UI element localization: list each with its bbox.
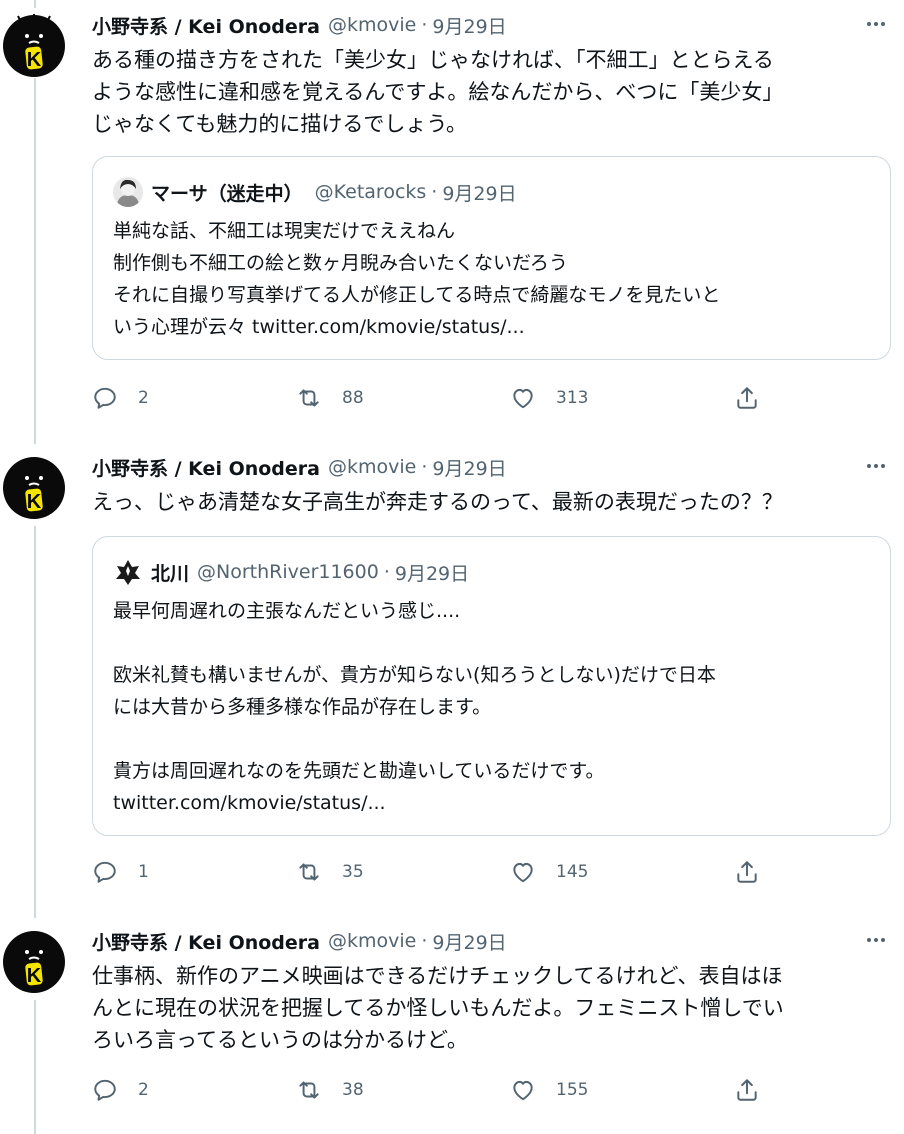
retweet-count: 38 bbox=[342, 1080, 364, 1100]
avatar[interactable]: K bbox=[2, 456, 66, 520]
reply-button[interactable]: 2 bbox=[92, 380, 149, 416]
quoted-avatar[interactable] bbox=[113, 177, 143, 207]
separator-dot: · bbox=[421, 14, 428, 36]
like-button[interactable]: 145 bbox=[510, 854, 588, 890]
like-count: 313 bbox=[556, 388, 589, 408]
quoted-tweet-date[interactable]: 9月29日 bbox=[395, 559, 469, 586]
quoted-tweet[interactable]: 北川 @NorthRiver11600 · 9月29日 最早何周遅れの主張なんだ… bbox=[92, 536, 891, 836]
retweet-count: 88 bbox=[342, 388, 364, 408]
more-dots-icon bbox=[867, 938, 885, 942]
more-dots-icon bbox=[867, 464, 885, 468]
quoted-tweet-text: 最早何周遅れの主張なんだという感じ.... 欧米礼賛も構いませんが、貴方が知らな… bbox=[113, 600, 716, 814]
reply-bubble-icon bbox=[94, 387, 116, 409]
more-dots-icon bbox=[867, 22, 885, 26]
tweet[interactable]: K 小野寺系 / Kei Onodera @kmovie · 9月29日 仕事柄… bbox=[0, 924, 904, 1134]
avatar[interactable]: K bbox=[2, 14, 66, 78]
author-name[interactable]: 小野寺系 / Kei Onodera bbox=[92, 928, 320, 955]
quoted-avatar-portrait-icon bbox=[113, 177, 143, 207]
avatar[interactable]: K bbox=[2, 930, 66, 994]
svg-text:K: K bbox=[27, 49, 42, 71]
thread-connector-line bbox=[34, 0, 36, 8]
author-name[interactable]: 小野寺系 / Kei Onodera bbox=[92, 12, 320, 39]
retweet-icon bbox=[299, 1081, 319, 1099]
share-upload-icon bbox=[737, 861, 757, 883]
retweet-icon bbox=[299, 863, 319, 881]
like-button[interactable]: 155 bbox=[510, 1072, 588, 1108]
tweet-actions: 1 35 145 bbox=[92, 854, 772, 890]
retweet-button[interactable]: 88 bbox=[296, 380, 364, 416]
reply-bubble-icon bbox=[94, 861, 116, 883]
tweet-date[interactable]: 9月29日 bbox=[432, 928, 506, 955]
quoted-author-name[interactable]: 北川 bbox=[151, 559, 189, 586]
separator-dot: · bbox=[383, 561, 390, 583]
author-handle[interactable]: @kmovie bbox=[328, 930, 416, 952]
quoted-tweet-header: マーサ（迷走中） @Ketarocks · 9月29日 bbox=[113, 175, 517, 209]
quoted-tweet-header: 北川 @NorthRiver11600 · 9月29日 bbox=[113, 555, 469, 589]
more-options-button[interactable] bbox=[862, 10, 890, 38]
quoted-tweet-text: 単純な話、不細工は現実だけでええねん 制作側も不細工の絵と数ヶ月睨み合いたくない… bbox=[113, 220, 721, 338]
svg-text:K: K bbox=[27, 491, 42, 513]
more-options-button[interactable] bbox=[862, 926, 890, 954]
heart-icon bbox=[513, 388, 533, 409]
reply-button[interactable]: 1 bbox=[92, 854, 149, 890]
separator-dot: · bbox=[431, 181, 438, 203]
reply-button[interactable]: 2 bbox=[92, 1072, 149, 1108]
tweet-header: 小野寺系 / Kei Onodera @kmovie · 9月29日 bbox=[92, 924, 507, 958]
reply-count: 2 bbox=[138, 1080, 149, 1100]
share-upload-icon bbox=[737, 387, 757, 409]
avatar-k-character-icon: K bbox=[3, 457, 65, 519]
reply-count: 1 bbox=[138, 862, 149, 882]
tweet[interactable]: K 小野寺系 / Kei Onodera @kmovie · 9月29日 ある種… bbox=[0, 8, 904, 428]
svg-text:K: K bbox=[27, 965, 42, 987]
tweet-date[interactable]: 9月29日 bbox=[432, 12, 506, 39]
separator-dot: · bbox=[421, 930, 428, 952]
quoted-author-handle[interactable]: @Ketarocks bbox=[315, 181, 427, 203]
like-button[interactable]: 313 bbox=[510, 380, 588, 416]
author-name[interactable]: 小野寺系 / Kei Onodera bbox=[92, 454, 320, 481]
retweet-button[interactable]: 38 bbox=[296, 1072, 364, 1108]
avatar-k-character-icon: K bbox=[3, 14, 65, 77]
separator-dot: · bbox=[421, 456, 428, 478]
tweet-header: 小野寺系 / Kei Onodera @kmovie · 9月29日 bbox=[92, 8, 507, 42]
author-handle[interactable]: @kmovie bbox=[328, 14, 416, 36]
tweet-text: 仕事柄、新作のアニメ映画はできるだけチェックしてるけれど、表自はほ んとに現在の… bbox=[92, 964, 784, 1052]
heart-icon bbox=[513, 1080, 533, 1101]
tweet-header: 小野寺系 / Kei Onodera @kmovie · 9月29日 bbox=[92, 450, 507, 484]
quoted-author-handle[interactable]: @NorthRiver11600 bbox=[197, 561, 379, 583]
reply-count: 2 bbox=[138, 388, 149, 408]
share-button[interactable] bbox=[734, 854, 760, 890]
author-handle[interactable]: @kmovie bbox=[328, 456, 416, 478]
tweet-text: ある種の描き方をされた「美少女」じゃなければ、「不細工」ととらえる ような感性に… bbox=[92, 48, 784, 136]
avatar-k-character-icon: K bbox=[3, 931, 65, 993]
like-count: 155 bbox=[556, 1080, 589, 1100]
tweet[interactable]: K 小野寺系 / Kei Onodera @kmovie · 9月29日 えっ、… bbox=[0, 450, 904, 900]
retweet-button[interactable]: 35 bbox=[296, 854, 364, 890]
tweet-actions: 2 38 155 bbox=[92, 1072, 772, 1108]
quoted-tweet-date[interactable]: 9月29日 bbox=[442, 179, 516, 206]
retweet-icon bbox=[299, 389, 319, 407]
quoted-avatar-crest-icon bbox=[113, 557, 143, 587]
like-count: 145 bbox=[556, 862, 589, 882]
retweet-count: 35 bbox=[342, 862, 364, 882]
tweet-date[interactable]: 9月29日 bbox=[432, 454, 506, 481]
quoted-author-name[interactable]: マーサ（迷走中） bbox=[151, 179, 303, 206]
reply-bubble-icon bbox=[94, 1079, 116, 1101]
more-options-button[interactable] bbox=[862, 452, 890, 480]
share-button[interactable] bbox=[734, 1072, 760, 1108]
tweet-text: えっ、じゃあ清楚な女子高生が奔走するのって、最新の表現だったの？？ bbox=[92, 490, 783, 514]
quoted-tweet[interactable]: マーサ（迷走中） @Ketarocks · 9月29日 単純な話、不細工は現実だ… bbox=[92, 156, 891, 360]
share-upload-icon bbox=[737, 1079, 757, 1101]
tweet-actions: 2 88 313 bbox=[92, 380, 772, 416]
share-button[interactable] bbox=[734, 380, 760, 416]
quoted-avatar[interactable] bbox=[113, 557, 143, 587]
heart-icon bbox=[513, 862, 533, 883]
